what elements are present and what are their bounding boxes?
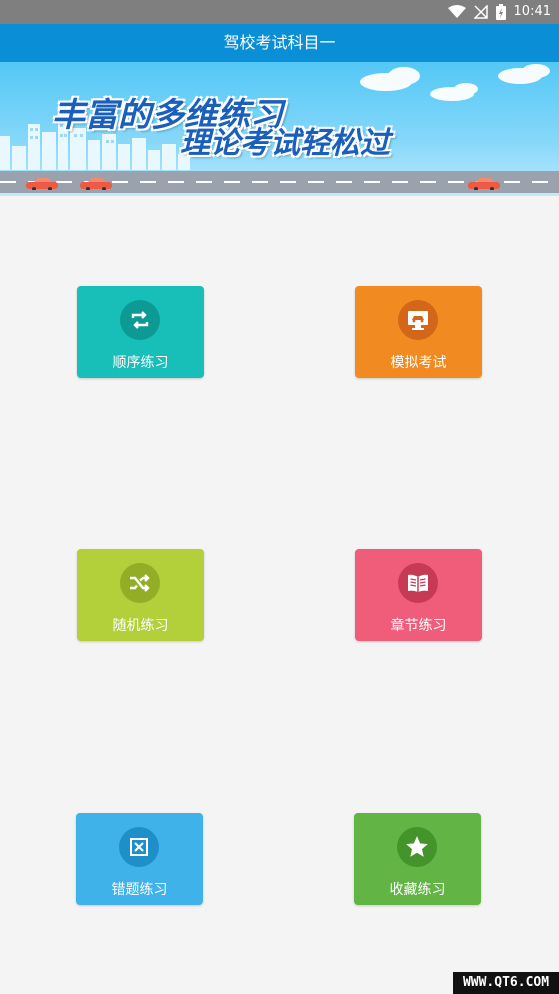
chapter-practice-button[interactable]: 章节练习 xyxy=(355,549,482,641)
tile-label: 模拟考试 xyxy=(390,355,447,371)
wifi-icon xyxy=(447,5,466,18)
car-icon xyxy=(468,178,500,190)
tile-label: 随机练习 xyxy=(112,618,169,634)
no-signal-icon xyxy=(473,5,488,19)
tile-label: 章节练习 xyxy=(390,618,447,634)
repeat-icon xyxy=(131,311,149,329)
status-icons: 10:41 xyxy=(447,3,551,21)
mock-exam-button[interactable]: 模拟考试 xyxy=(355,286,482,378)
wrong-questions-button[interactable]: 错题练习 xyxy=(76,813,203,905)
tile-label: 错题练习 xyxy=(111,882,168,898)
banner-slogan-line2: 理论考试轻松过 xyxy=(180,126,390,161)
shuffle-icon xyxy=(130,574,150,592)
star-icon xyxy=(406,836,428,857)
close-box-icon xyxy=(130,838,148,856)
battery-icon xyxy=(495,4,506,20)
status-bar: 10:41 xyxy=(0,0,559,24)
tile-icon-circle xyxy=(120,300,160,340)
tile-label: 收藏练习 xyxy=(389,882,446,898)
car-icon xyxy=(80,178,112,190)
tile-icon-circle xyxy=(120,563,160,603)
book-icon xyxy=(408,574,428,592)
app-title: 驾校考试科目一 xyxy=(0,24,559,62)
favorites-practice-button[interactable]: 收藏练习 xyxy=(354,813,481,905)
tile-icon-circle xyxy=(397,827,437,867)
tile-icon-circle xyxy=(398,300,438,340)
car-icon xyxy=(26,178,58,190)
sequential-practice-button[interactable]: 顺序练习 xyxy=(77,286,204,378)
status-time: 10:41 xyxy=(513,4,551,19)
tile-icon-circle xyxy=(398,563,438,603)
monitor-car-icon xyxy=(408,311,428,330)
random-practice-button[interactable]: 随机练习 xyxy=(77,549,204,641)
watermark: WWW.QT6.COM xyxy=(453,972,559,994)
banner-slogan: 丰富的多维练习 理论考试轻松过 xyxy=(52,88,510,161)
tile-label: 顺序练习 xyxy=(112,355,169,371)
tile-icon-circle xyxy=(119,827,159,867)
